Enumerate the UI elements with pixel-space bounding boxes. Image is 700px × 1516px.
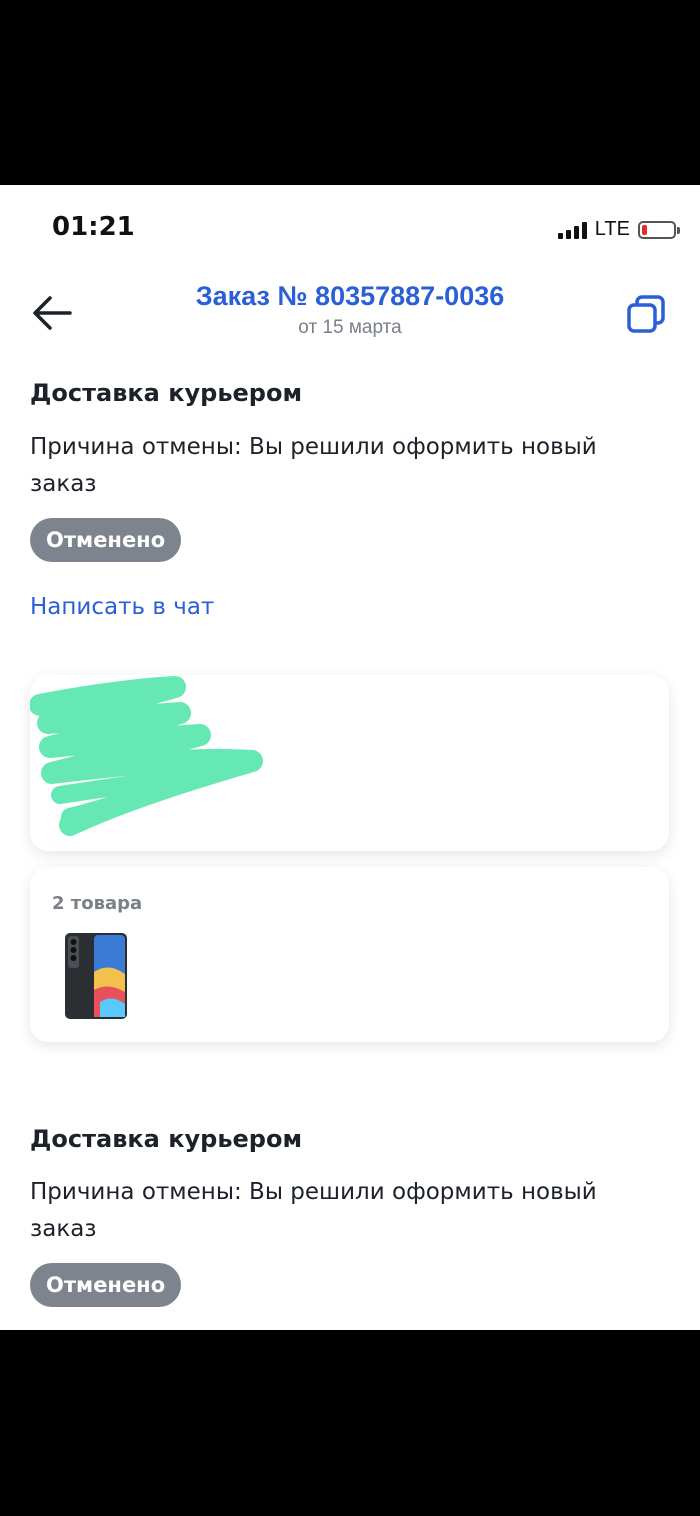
- cancel-reason: Причина отмены: Вы решили оформить новый…: [30, 434, 597, 497]
- cancel-reason: Причина отмены: Вы решили оформить новый…: [30, 1179, 597, 1242]
- items-count: 2 товара: [52, 893, 143, 914]
- copy-icon: [627, 295, 665, 333]
- write-to-chat-link[interactable]: Написать в чат: [30, 594, 214, 620]
- order-date: от 15 марта: [298, 317, 402, 338]
- status-badge: Отменено: [30, 518, 182, 562]
- app-screen: 01:21 LTE Заказ № 80357887-0036 от 15 ма…: [0, 185, 700, 1330]
- order-title: Заказ № 80357887-0036: [195, 281, 505, 311]
- signal-icon: [557, 221, 587, 239]
- delivery-title: Доставка курьером: [30, 1125, 303, 1153]
- status-badge: Отменено: [30, 1263, 182, 1307]
- delivery-title: Доставка курьером: [30, 379, 303, 407]
- redaction-scribble: [30, 676, 263, 836]
- status-indicators: LTE: [557, 218, 680, 241]
- items-card[interactable]: 2 товара: [30, 867, 669, 1042]
- phone-product-image[interactable]: [64, 932, 128, 1020]
- network-label: LTE: [594, 218, 630, 240]
- delivery-info-card[interactable]: р: [30, 675, 669, 851]
- order-header: Заказ № 80357887-0036 от 15 марта: [0, 281, 700, 339]
- copy-button[interactable]: [625, 293, 669, 337]
- status-time: 01:21: [52, 212, 135, 242]
- battery-icon: [638, 220, 680, 239]
